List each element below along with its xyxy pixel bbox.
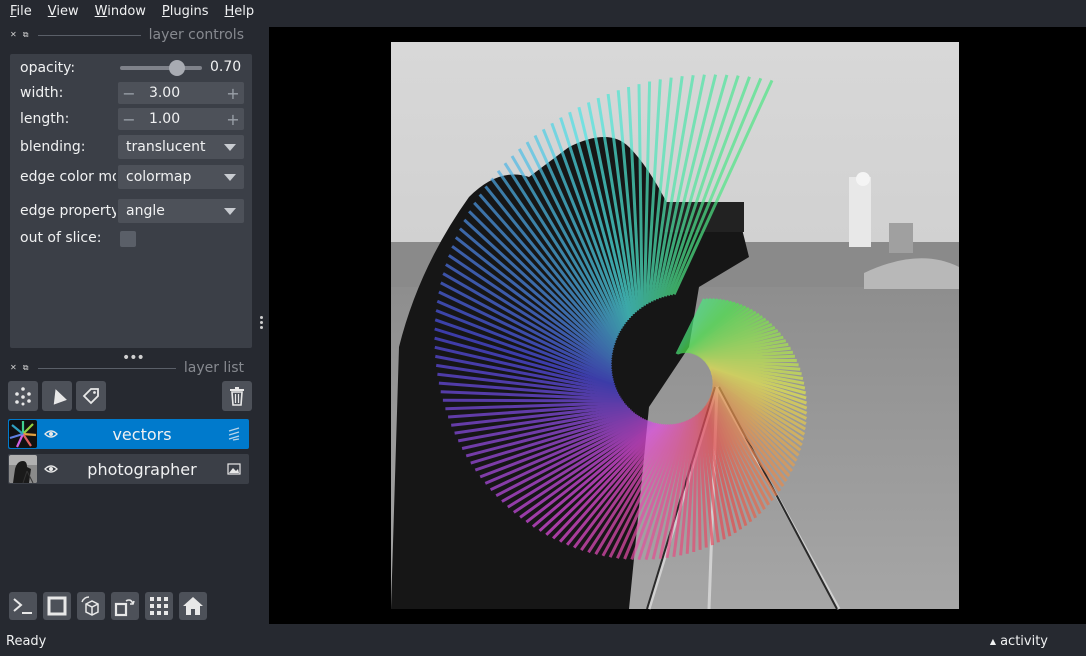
reset-view-button[interactable] [179,592,207,620]
menu-file[interactable]: File [2,0,40,24]
width-row: width: [20,82,116,104]
image-icon [227,463,241,475]
activity-button[interactable]: ▲ activity [990,634,1048,649]
cube-rotate-icon [81,596,99,616]
new-points-layer-button[interactable] [8,381,38,411]
chevron-down-icon [224,174,236,181]
menu-plugins[interactable]: Plugins [154,0,217,24]
dock-divider [38,367,176,369]
out-of-slice-row: out of slice: [20,227,116,249]
menu-window[interactable]: Window [87,0,154,24]
new-labels-layer-button[interactable] [76,381,106,411]
dock-close-icon[interactable]: ✕ [10,31,17,39]
edge-color-mode-row: edge color mode: [20,166,116,188]
layer-controls-panel: opacity: 0.70 width: − 3.00 + length: − … [10,54,252,348]
new-shapes-layer-button[interactable] [42,381,72,411]
length-spinbox[interactable]: − 1.00 + [118,108,244,130]
opacity-value: 0.70 [210,59,242,75]
transpose-button[interactable] [111,592,139,620]
out-of-slice-label: out of slice: [20,230,102,246]
tag-icon [82,388,99,405]
console-button[interactable] [9,592,37,620]
edge-property-label: edge property: [20,203,116,219]
blending-label: blending: [20,139,86,155]
layer-row-photographer[interactable]: photographer [8,454,249,484]
chevron-down-icon [224,208,236,215]
edge-property-dropdown[interactable]: angle [118,199,244,223]
edge-color-mode-label: edge color mode: [20,169,116,185]
vectors-icon [228,427,240,441]
dock-float-icon[interactable]: ⧉ [23,364,29,372]
opacity-label: opacity: [20,60,76,76]
square-icon [47,596,67,616]
length-label: length: [20,111,70,127]
edge-color-mode-value: colormap [126,169,192,185]
eye-icon[interactable] [44,427,58,441]
canvas-render [391,42,959,610]
roll-dimensions-button[interactable] [77,592,105,620]
blending-value: translucent [126,139,206,155]
width-increment-button[interactable]: + [226,84,240,103]
length-row: length: [20,108,116,130]
opacity-slider[interactable] [120,66,202,70]
terminal-icon [13,598,32,614]
grid-view-button[interactable] [145,592,173,620]
width-value[interactable]: 3.00 [149,85,180,101]
activity-label: activity [1000,634,1048,649]
blending-dropdown[interactable]: translucent [118,135,244,159]
length-decrement-button[interactable]: − [122,110,136,129]
dock-divider [38,34,141,36]
trash-icon [230,387,244,406]
vector-line [442,398,623,403]
edge-property-row: edge property: [20,200,116,222]
points-icon [15,387,31,406]
layer-row-vectors[interactable]: vectors [8,419,249,449]
dock-close-icon[interactable]: ✕ [10,364,17,372]
layer-controls-title: layer controls [148,27,244,43]
status-text: Ready [6,634,47,649]
length-increment-button[interactable]: + [226,110,240,129]
layer-name[interactable]: photographer [58,460,226,479]
home-icon [183,597,203,615]
chevron-up-icon: ▲ [989,637,997,646]
layer-list-header: ✕ ⧉ layer list [10,359,244,377]
layer-thumbnail [9,420,37,448]
width-spinbox[interactable]: − 3.00 + [118,82,244,104]
delete-layer-button[interactable] [222,381,252,411]
length-value[interactable]: 1.00 [149,111,180,127]
width-label: width: [20,85,64,101]
edge-property-value: angle [126,203,165,219]
out-of-slice-checkbox[interactable] [120,231,136,247]
dock-float-icon[interactable]: ⧉ [23,31,29,39]
shapes-icon [53,389,67,405]
width-decrement-button[interactable]: − [122,84,136,103]
grid-icon [150,597,168,615]
vector-line [696,414,702,550]
viewer-canvas[interactable] [269,27,1086,624]
menu-help[interactable]: Help [217,0,263,24]
blending-row: blending: [20,136,116,158]
menubar: File View Window Plugins Help [0,0,1086,24]
layer-name[interactable]: vectors [58,425,226,444]
vertical-splitter-handle[interactable] [258,316,264,329]
layer-thumbnail [9,455,37,483]
transpose-icon [114,599,135,617]
layer-controls-header: ✕ ⧉ layer controls [10,26,244,44]
chevron-down-icon [224,144,236,151]
edge-color-mode-dropdown[interactable]: colormap [118,165,244,189]
layer-list-title: layer list [183,360,244,376]
status-bar: Ready ▲ activity [0,628,1086,656]
eye-icon[interactable] [44,462,58,476]
toggle-ndisplay-button[interactable] [43,592,71,620]
menu-view[interactable]: View [40,0,87,24]
